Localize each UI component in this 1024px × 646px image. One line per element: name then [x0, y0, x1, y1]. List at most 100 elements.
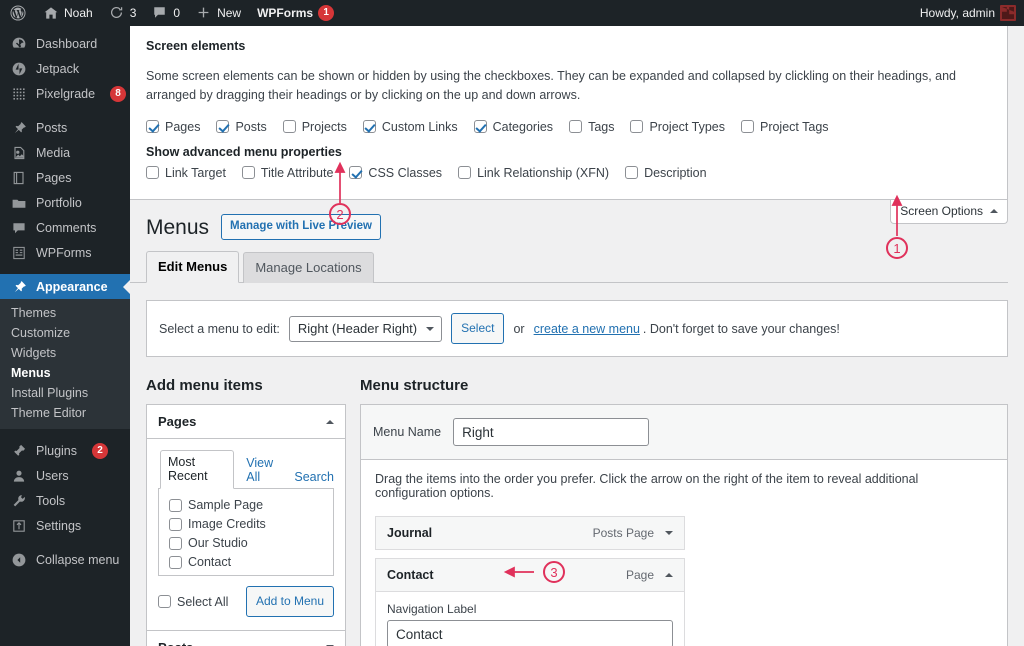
pages-icon: [11, 170, 27, 186]
menu-item-title: Journal: [387, 526, 432, 540]
menu-select-label: Select a menu to edit:: [159, 322, 280, 336]
checkbox-project-tags[interactable]: Project Tags: [741, 120, 829, 134]
wordpress-logo-menu[interactable]: [0, 0, 35, 26]
menu-item-journal[interactable]: Journal Posts Page: [375, 516, 685, 550]
menu-name-input[interactable]: [453, 418, 649, 446]
wpforms-menu[interactable]: WPForms 1: [249, 0, 342, 26]
navigation-label-input[interactable]: [387, 620, 673, 646]
checkbox-posts[interactable]: Posts: [216, 120, 266, 134]
checkbox-project-types[interactable]: Project Types: [630, 120, 725, 134]
checkbox-box[interactable]: [458, 166, 471, 179]
caret-up-icon[interactable]: [326, 420, 334, 424]
site-name-menu[interactable]: Noah: [35, 0, 101, 26]
checkbox-title-attribute[interactable]: Title Attribute: [242, 166, 334, 180]
sidebar-item-appearance[interactable]: Appearance: [0, 274, 130, 299]
sidebar-item-label: Media: [36, 146, 70, 160]
menu-item-header[interactable]: Journal Posts Page: [376, 517, 684, 549]
checkbox-box[interactable]: [630, 120, 643, 133]
checkbox-box[interactable]: [363, 120, 376, 133]
sidebar-item-pixelgrade[interactable]: Pixelgrade 8: [0, 81, 130, 106]
my-account-menu[interactable]: Howdy, admin: [912, 0, 1016, 26]
pages-panel-header[interactable]: Pages: [147, 405, 345, 439]
submenu-item-customize[interactable]: Customize: [0, 323, 130, 343]
select-button[interactable]: Select: [451, 313, 504, 344]
updates-menu[interactable]: 3: [101, 0, 145, 26]
submenu-item-theme-editor[interactable]: Theme Editor: [0, 403, 130, 423]
sidebar-item-comments[interactable]: Comments: [0, 215, 130, 240]
menu-item-contact[interactable]: Contact Page Navigation Label CSS Classe…: [375, 558, 685, 646]
page-item-image-credits[interactable]: Image Credits: [169, 517, 323, 531]
checkbox-box[interactable]: [216, 120, 229, 133]
checkbox-description[interactable]: Description: [625, 166, 707, 180]
wordpress-icon: [10, 5, 26, 21]
checkbox-label: Description: [644, 166, 707, 180]
page-item-contact[interactable]: Contact: [169, 555, 323, 569]
caret-down-icon[interactable]: [665, 531, 673, 535]
checkbox-box[interactable]: [349, 166, 362, 179]
avatar: [1000, 5, 1016, 21]
create-new-menu-link[interactable]: create a new menu: [534, 322, 640, 336]
admin-bar-right: Howdy, admin: [912, 0, 1024, 26]
tab-manage-locations[interactable]: Manage Locations: [243, 252, 373, 283]
sidebar-item-collapse-menu[interactable]: Collapse menu: [0, 547, 130, 572]
posts-panel-header[interactable]: Posts: [147, 631, 345, 646]
submenu-item-menus[interactable]: Menus: [0, 363, 130, 383]
page-item-sample-page[interactable]: Sample Page: [169, 498, 323, 512]
tab-search[interactable]: Search: [294, 470, 334, 488]
sidebar-item-settings[interactable]: Settings: [0, 513, 130, 538]
checkbox-custom-links[interactable]: Custom Links: [363, 120, 458, 134]
checkbox-box[interactable]: [169, 518, 182, 531]
checkbox-link-target[interactable]: Link Target: [146, 166, 226, 180]
add-menu-items-title: Add menu items: [146, 377, 346, 394]
caret-up-icon[interactable]: [665, 573, 673, 577]
checkbox-box[interactable]: [169, 499, 182, 512]
tab-edit-menus[interactable]: Edit Menus: [146, 251, 239, 283]
sidebar-item-pages[interactable]: Pages: [0, 165, 130, 190]
checkbox-css-classes[interactable]: CSS Classes: [349, 166, 442, 180]
checkbox-box[interactable]: [169, 556, 182, 569]
checkbox-box[interactable]: [158, 595, 171, 608]
checkbox-box[interactable]: [169, 537, 182, 550]
sidebar-item-tools[interactable]: Tools: [0, 488, 130, 513]
pages-panel-tabs: Most Recent View All Search: [158, 450, 334, 488]
submenu-item-themes[interactable]: Themes: [0, 303, 130, 323]
sidebar-item-plugins[interactable]: Plugins 2: [0, 438, 130, 463]
screen-options-tab-label: Screen Options: [900, 204, 983, 218]
sidebar-item-jetpack[interactable]: Jetpack: [0, 56, 130, 81]
tab-view-all[interactable]: View All: [246, 456, 282, 488]
checkbox-box[interactable]: [146, 120, 159, 133]
sidebar-item-users[interactable]: Users: [0, 463, 130, 488]
tab-most-recent[interactable]: Most Recent: [160, 450, 234, 489]
screen-options-tab[interactable]: Screen Options: [890, 200, 1008, 224]
checkbox-box[interactable]: [625, 166, 638, 179]
checkbox-box[interactable]: [569, 120, 582, 133]
page-item-our-studio[interactable]: Our Studio: [169, 536, 323, 550]
sidebar-item-dashboard[interactable]: Dashboard: [0, 31, 130, 56]
checkbox-projects[interactable]: Projects: [283, 120, 347, 134]
comments-menu[interactable]: 0: [144, 0, 188, 26]
menu-name-bar: Menu Name: [361, 405, 1007, 460]
sidebar-item-wpforms[interactable]: WPForms: [0, 240, 130, 265]
new-content-menu[interactable]: New: [188, 0, 249, 26]
menu-select-dropdown[interactable]: Right (Header Right): [289, 316, 442, 342]
menu-item-header[interactable]: Contact Page: [376, 559, 684, 591]
sidebar-item-portfolio[interactable]: Portfolio: [0, 190, 130, 215]
checkbox-box[interactable]: [474, 120, 487, 133]
sidebar-item-media[interactable]: Media: [0, 140, 130, 165]
appearance-icon: [11, 279, 27, 295]
checkbox-link-relationship[interactable]: Link Relationship (XFN): [458, 166, 609, 180]
submenu-item-widgets[interactable]: Widgets: [0, 343, 130, 363]
add-to-menu-button[interactable]: Add to Menu: [246, 586, 334, 617]
dashboard-icon: [11, 36, 27, 52]
submenu-item-install-plugins[interactable]: Install Plugins: [0, 383, 130, 403]
checkbox-tags[interactable]: Tags: [569, 120, 614, 134]
select-all-checkbox[interactable]: Select All: [158, 595, 228, 609]
checkbox-box[interactable]: [146, 166, 159, 179]
checkbox-box[interactable]: [741, 120, 754, 133]
checkbox-box[interactable]: [242, 166, 255, 179]
sidebar-item-posts[interactable]: Posts: [0, 115, 130, 140]
checkbox-pages[interactable]: Pages: [146, 120, 200, 134]
checkbox-box[interactable]: [283, 120, 296, 133]
checkbox-categories[interactable]: Categories: [474, 120, 553, 134]
manage-with-live-preview-button[interactable]: Manage with Live Preview: [221, 214, 381, 240]
